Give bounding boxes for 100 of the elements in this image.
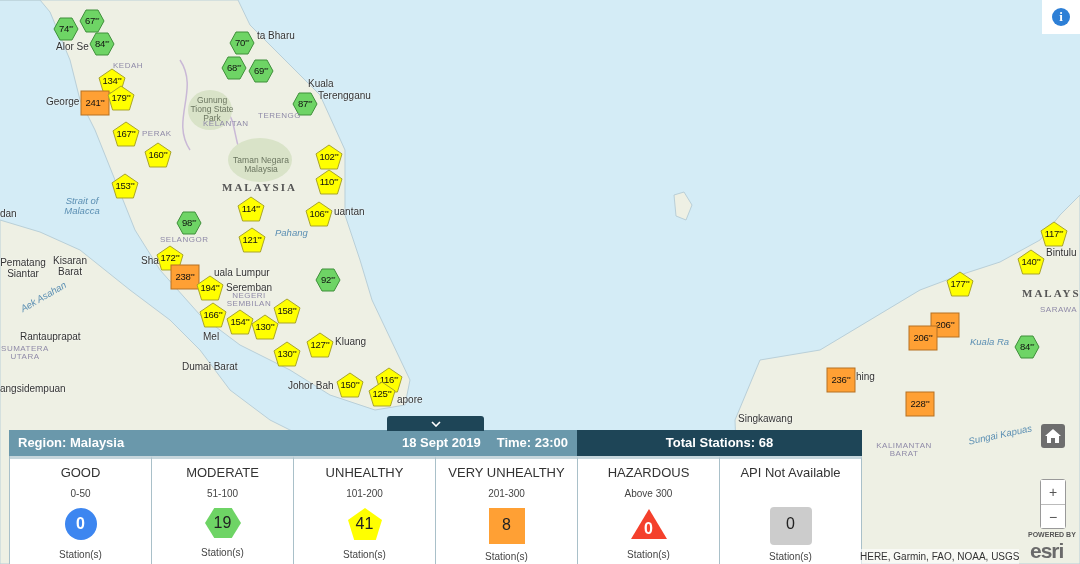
- map-label: Kluang: [335, 337, 367, 348]
- home-button[interactable]: [1041, 424, 1065, 448]
- category-range: 0-50: [70, 486, 91, 500]
- map-label: Sungai Kapuas: [967, 423, 1033, 447]
- category-title: VERY UNHEALTHY: [448, 464, 565, 482]
- map-label: KEDAH: [113, 62, 144, 71]
- map-label: KALIMANTAN BARAT: [875, 442, 933, 459]
- map-label: apore: [397, 395, 423, 406]
- air-quality-marker[interactable]: 127$^{**}$: [306, 332, 334, 358]
- station-count-badge: 41: [346, 506, 383, 541]
- map-label: Bintulu: [1046, 248, 1077, 259]
- air-quality-marker[interactable]: 166$^{**}$: [199, 302, 227, 328]
- air-quality-marker[interactable]: 114$^{**}$: [237, 196, 265, 222]
- air-quality-marker[interactable]: 241$^{**}$: [80, 90, 110, 116]
- air-quality-marker[interactable]: 228$^{**}$: [905, 391, 935, 417]
- category-range: 201-300: [488, 486, 525, 500]
- air-quality-marker[interactable]: 69$^{**}$: [248, 59, 274, 83]
- info-button[interactable]: i: [1042, 0, 1080, 34]
- category-unit: Station(s): [59, 547, 102, 562]
- air-quality-marker[interactable]: 68$^{**}$: [221, 56, 247, 80]
- air-quality-marker[interactable]: 167$^{**}$: [112, 121, 140, 147]
- air-quality-marker[interactable]: 130$^{**}$: [273, 341, 301, 367]
- category-unit: Station(s): [201, 545, 244, 560]
- air-quality-marker[interactable]: 206$^{**}$: [908, 325, 938, 351]
- info-icon: [1051, 7, 1071, 27]
- map-label: Singkawang: [738, 414, 793, 425]
- map-label: Strait of Malacca: [63, 196, 101, 216]
- map-label: Seremban: [226, 283, 273, 293]
- air-quality-marker[interactable]: 84$^{**}$: [89, 32, 115, 56]
- category-title: GOOD: [60, 464, 101, 482]
- air-quality-marker[interactable]: 154$^{**}$: [226, 309, 254, 335]
- map-label: SELANGOR: [160, 236, 209, 245]
- map-label: angsidempuan: [0, 384, 66, 395]
- map-label: uantan: [334, 207, 365, 218]
- time-label: Time: 23:00: [496, 434, 568, 453]
- logo: esri: [1030, 540, 1064, 561]
- map-label: Rantauprapat: [20, 332, 81, 343]
- air-quality-marker[interactable]: 117$^{**}$: [1040, 221, 1068, 247]
- category-unit: Station(s): [769, 550, 812, 564]
- category-range: 51-100: [206, 486, 239, 500]
- air-quality-marker[interactable]: 140$^{**}$: [1017, 249, 1045, 275]
- chevron-down-icon: [430, 420, 441, 427]
- map-label: Kuala: [308, 79, 334, 90]
- category-unit: Station(s): [627, 547, 670, 562]
- air-quality-marker[interactable]: 74$^{**}$: [53, 17, 79, 41]
- map-label: Terengganu: [318, 91, 371, 102]
- air-quality-marker[interactable]: 153$^{**}$: [111, 173, 139, 199]
- map-label: Sha: [141, 256, 159, 267]
- map-label: Mel: [203, 332, 220, 343]
- map-label: ta Bharu: [257, 31, 295, 42]
- air-quality-marker[interactable]: 106$^{**}$: [305, 201, 333, 227]
- map-label: NEGERI SEMBILAN: [226, 292, 272, 309]
- air-quality-marker[interactable]: 92$^{**}$: [315, 268, 341, 292]
- map-label: Johor Bah: [288, 381, 334, 392]
- region-label: Region: Malaysia: [18, 434, 125, 453]
- air-quality-marker[interactable]: 150$^{**}$: [336, 372, 364, 398]
- station-count-badge: 0: [768, 505, 813, 543]
- air-quality-marker[interactable]: 110$^{**}$: [315, 169, 343, 195]
- category-title: MODERATE: [186, 464, 259, 482]
- station-count-badge: 8: [487, 506, 526, 543]
- map-label: KELANTAN: [203, 120, 249, 129]
- air-quality-marker[interactable]: 236$^{**}$: [826, 367, 856, 393]
- map-label: PERAK: [142, 130, 172, 139]
- map-label: Dumai Barat: [182, 362, 238, 373]
- map-label: Pematang Siantar: [0, 258, 46, 279]
- category-title: UNHEALTHY: [325, 464, 404, 482]
- map-label: hing: [856, 372, 875, 383]
- air-quality-marker[interactable]: 194$^{**}$: [196, 275, 224, 301]
- map-label: Taman Negara Malaysia: [232, 156, 290, 174]
- station-count-badge: 0: [63, 506, 98, 541]
- air-quality-marker[interactable]: 67$^{**}$: [79, 9, 105, 33]
- total-stations-label: Total Stations: 68: [577, 430, 862, 456]
- air-quality-marker[interactable]: 98$^{**}$: [176, 211, 202, 235]
- date-label: 18 Sept 2019: [401, 434, 481, 453]
- air-quality-marker[interactable]: 238$^{**}$: [170, 264, 200, 290]
- station-count-badge: 19: [203, 506, 242, 539]
- air-quality-marker[interactable]: 84$^{**}$: [1014, 335, 1040, 359]
- map-label: MALAYSIA: [222, 182, 297, 194]
- map-label: Kuala Ra: [970, 337, 1010, 347]
- zoom-out-button[interactable]: −: [1041, 504, 1065, 528]
- air-quality-marker[interactable]: 160$^{**}$: [144, 142, 172, 168]
- category-unit: Station(s): [343, 547, 386, 562]
- map-label: SARAWA: [1040, 306, 1078, 315]
- map-label: Kisaran Barat: [52, 256, 88, 277]
- category-title: API Not Available: [740, 464, 841, 482]
- air-quality-marker[interactable]: 130$^{**}$: [251, 314, 279, 340]
- category-title: HAZARDOUS: [607, 464, 690, 482]
- map-attribution: HERE, Garmin, FAO, NOAA, USGS: [860, 549, 1020, 564]
- map-label: MALAYS: [1022, 288, 1080, 300]
- air-quality-marker[interactable]: 179$^{**}$: [107, 85, 135, 111]
- category-unit: Station(s): [485, 550, 528, 564]
- air-quality-marker[interactable]: 177$^{**}$: [946, 271, 974, 297]
- air-quality-marker[interactable]: 102$^{**}$: [315, 144, 343, 170]
- air-quality-marker[interactable]: 121$^{**}$: [238, 227, 266, 253]
- category-range: 101-200: [346, 486, 383, 500]
- map-label: Pahang: [275, 228, 308, 238]
- map-label: SUMATERA UTARA: [0, 345, 50, 362]
- air-quality-marker[interactable]: 70$^{**}$: [229, 31, 255, 55]
- air-quality-marker[interactable]: 158$^{**}$: [273, 298, 301, 324]
- home-icon: [1045, 429, 1061, 443]
